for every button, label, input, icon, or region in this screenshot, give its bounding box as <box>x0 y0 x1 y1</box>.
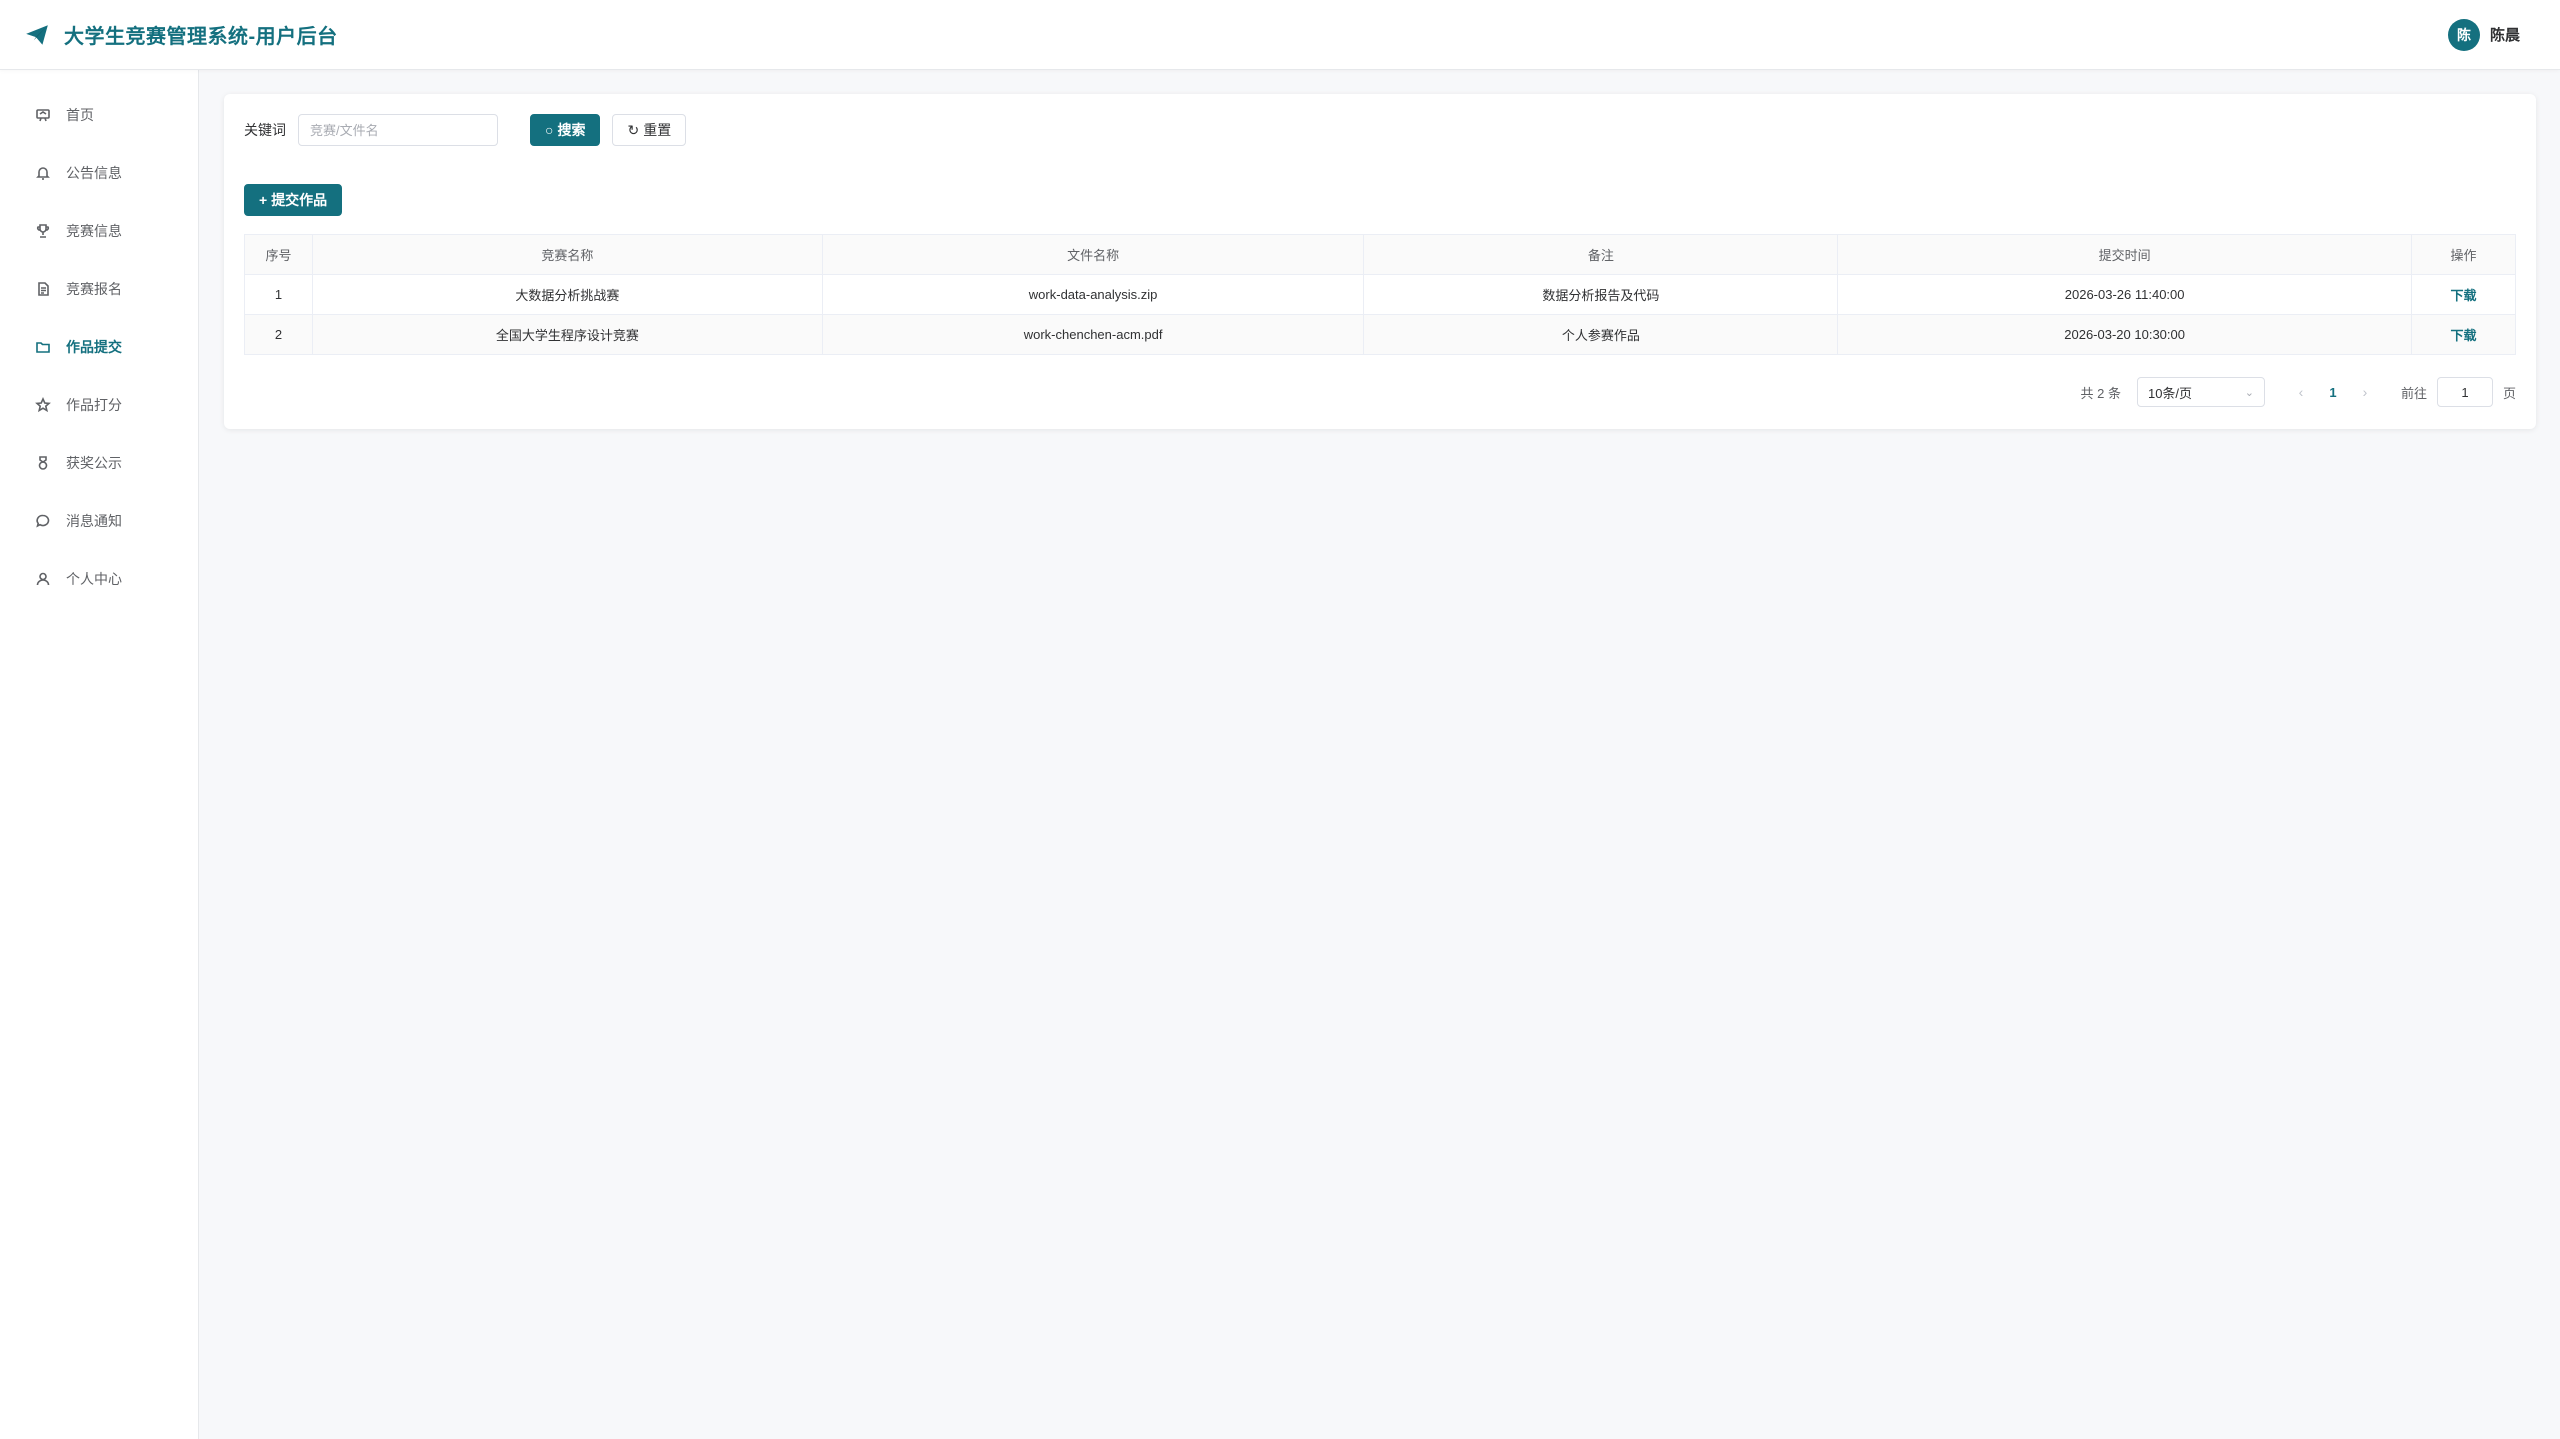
cell-competition: 全国大学生程序设计竞赛 <box>311 314 823 355</box>
submit-work-button-label: 提交作品 <box>271 192 328 208</box>
search-input[interactable] <box>298 114 498 146</box>
folder-icon <box>34 338 52 356</box>
sidebar-item-announcements[interactable]: 公告信息 <box>0 144 198 202</box>
sidebar-item-label: 消息通知 <box>66 513 122 529</box>
search-button[interactable]: ○ 搜索 <box>530 114 601 146</box>
paper-plane-icon <box>26 24 48 45</box>
star-icon <box>34 396 52 414</box>
page-size-value: 10条/页 <box>2147 385 2193 401</box>
works-table: 序号 竞赛名称 文件名称 备注 提交时间 操作 1 大数据分析挑战赛 work-… <box>244 234 2516 355</box>
sidebar-item-work-submission[interactable]: 作品提交 <box>0 318 198 376</box>
sidebar-item-label: 作品提交 <box>66 339 122 355</box>
sidebar-item-label: 获奖公示 <box>66 455 122 471</box>
trophy-icon <box>34 222 52 240</box>
chevron-down-icon: ⌄ <box>2244 386 2254 399</box>
user-menu[interactable]: 陈 陈晨 <box>2447 18 2520 51</box>
plus-icon: + <box>259 192 268 208</box>
sidebar-item-competitions[interactable]: 竞赛信息 <box>0 202 198 260</box>
cell-index: 1 <box>244 274 313 315</box>
search-icon: ○ <box>545 122 554 138</box>
column-header-action: 操作 <box>2411 234 2516 275</box>
top-header: 大学生竞赛管理系统-用户后台 陈 陈晨 <box>0 0 2560 70</box>
cell-action: 下载 <box>2411 274 2516 315</box>
sidebar-item-home[interactable]: 首页 <box>0 86 198 144</box>
next-page-button[interactable]: › <box>2353 384 2377 400</box>
column-header-competition: 竞赛名称 <box>311 234 823 275</box>
sidebar-item-registration[interactable]: 竞赛报名 <box>0 260 198 318</box>
table-row: 1 大数据分析挑战赛 work-data-analysis.zip 数据分析报告… <box>244 274 2516 315</box>
reset-button-label: 重置 <box>643 122 672 138</box>
reset-button[interactable]: ↻ 重置 <box>612 114 687 146</box>
goto-unit: 页 <box>2502 385 2516 401</box>
download-link[interactable]: 下载 <box>2450 328 2476 343</box>
cell-remark: 数据分析报告及代码 <box>1363 274 1839 315</box>
user-icon <box>34 570 52 588</box>
app-title: 大学生竞赛管理系统-用户后台 <box>64 26 338 48</box>
page-size-select[interactable]: 10条/页 ⌄ <box>2136 377 2265 407</box>
column-header-time: 提交时间 <box>1837 234 2412 275</box>
sidebar-item-label: 个人中心 <box>66 571 122 587</box>
sidebar-item-label: 竞赛报名 <box>66 281 122 297</box>
chat-icon <box>34 512 52 530</box>
table-row: 2 全国大学生程序设计竞赛 work-chenchen-acm.pdf 个人参赛… <box>244 314 2516 355</box>
prev-page-button[interactable]: ‹ <box>2289 384 2313 400</box>
bell-icon <box>34 164 52 182</box>
sidebar: 首页 公告信息 竞赛信息 竞赛报名 作品提交 作品打分 获奖公示 消息通知 个人… <box>0 70 199 1439</box>
cell-file: work-chenchen-acm.pdf <box>821 314 1365 355</box>
document-icon <box>34 280 52 298</box>
cell-time: 2026-03-26 11:40:00 <box>1837 274 2412 315</box>
column-header-remark: 备注 <box>1363 234 1839 275</box>
sidebar-item-label: 公告信息 <box>66 165 122 181</box>
goto-page-input[interactable] <box>2436 377 2493 407</box>
goto-label: 前往 <box>2400 385 2427 401</box>
brand: 大学生竞赛管理系统-用户后台 <box>24 20 338 49</box>
cell-time: 2026-03-20 10:30:00 <box>1837 314 2412 355</box>
download-link[interactable]: 下载 <box>2450 288 2476 303</box>
sidebar-item-awards[interactable]: 获奖公示 <box>0 434 198 492</box>
home-icon <box>34 106 52 124</box>
submit-work-button[interactable]: + 提交作品 <box>244 184 343 216</box>
cell-remark: 个人参赛作品 <box>1363 314 1839 355</box>
cell-index: 2 <box>244 314 313 355</box>
sidebar-item-messages[interactable]: 消息通知 <box>0 492 198 550</box>
column-header-file: 文件名称 <box>821 234 1365 275</box>
cell-competition: 大数据分析挑战赛 <box>311 274 823 315</box>
sidebar-item-label: 竞赛信息 <box>66 223 122 239</box>
refresh-icon: ↻ <box>627 121 640 138</box>
pagination: 共 2 条 10条/页 ⌄ ‹ 1 › 前往 页 <box>244 377 2516 407</box>
cell-file: work-data-analysis.zip <box>821 274 1365 315</box>
cell-action: 下载 <box>2411 314 2516 355</box>
column-header-index: 序号 <box>244 234 313 275</box>
search-button-label: 搜索 <box>557 122 586 138</box>
avatar[interactable]: 陈 <box>2447 18 2480 51</box>
search-bar: 关键词 ○ 搜索 ↻ 重置 <box>244 114 2516 146</box>
pagination-total: 共 2 条 <box>2080 385 2121 401</box>
sidebar-item-label: 作品打分 <box>66 397 122 413</box>
medal-icon <box>34 454 52 472</box>
sidebar-item-scoring[interactable]: 作品打分 <box>0 376 198 434</box>
page-number-current[interactable]: 1 <box>2313 385 2353 400</box>
sidebar-item-profile[interactable]: 个人中心 <box>0 550 198 608</box>
table-header-row: 序号 竞赛名称 文件名称 备注 提交时间 操作 <box>244 234 2516 275</box>
search-label: 关键词 <box>244 122 286 138</box>
sidebar-item-label: 首页 <box>66 107 94 123</box>
user-name[interactable]: 陈晨 <box>2490 24 2520 45</box>
content-card: 关键词 ○ 搜索 ↻ 重置 + 提交作品 序号 竞赛名称 文件名称 备注 提交时… <box>224 94 2536 429</box>
